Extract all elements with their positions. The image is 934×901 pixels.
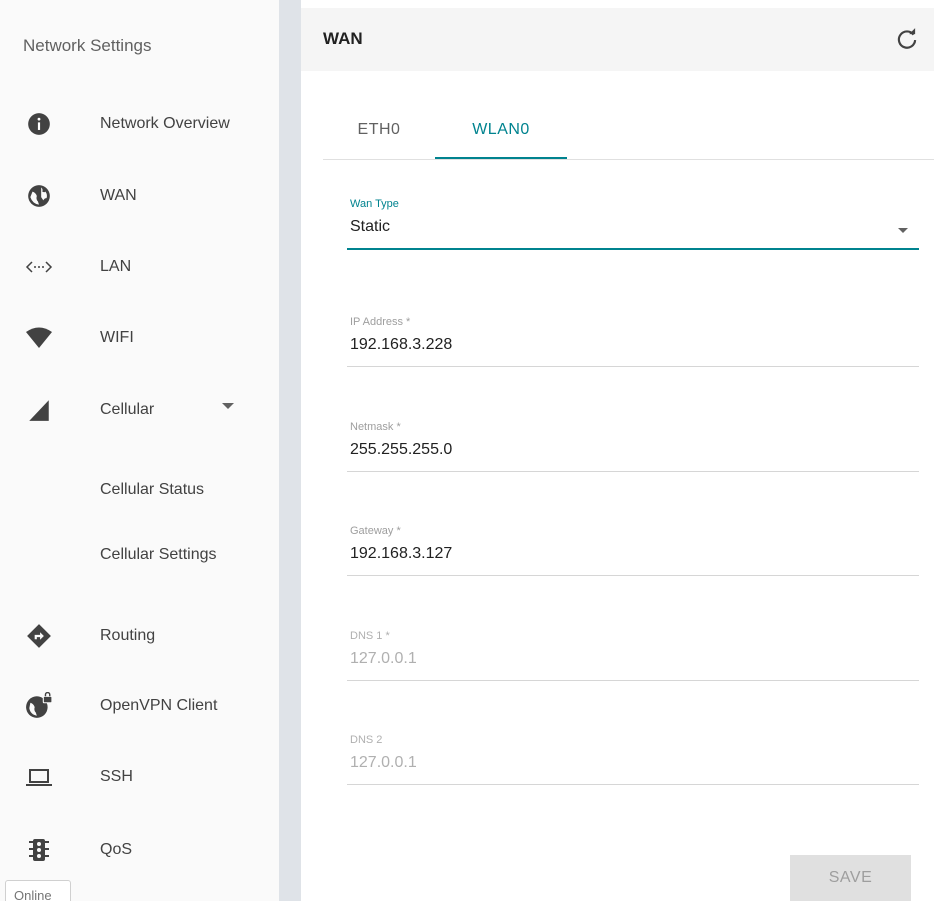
sidebar-item-label: Cellular Settings (100, 546, 217, 563)
sidebar-item-label: WIFI (100, 329, 134, 346)
wifi-icon (24, 323, 54, 353)
sidebar: Network Settings Network Overview WAN LA… (0, 0, 279, 901)
tab-eth0[interactable]: ETH0 (323, 100, 435, 159)
info-icon (24, 109, 54, 139)
field-label: Netmask * (350, 421, 401, 433)
sidebar-item-lan[interactable]: LAN (0, 247, 279, 287)
sidebar-item-ssh[interactable]: SSH (0, 757, 279, 797)
active-tab-indicator (435, 157, 567, 159)
field-underline (347, 248, 919, 250)
refresh-icon (897, 28, 917, 49)
field-underline (347, 680, 919, 681)
chevron-down-icon[interactable] (222, 403, 234, 409)
signal-icon (24, 395, 54, 425)
field-label: DNS 1 * (350, 630, 390, 642)
sidebar-item-cellular[interactable]: Cellular (0, 390, 279, 430)
sidebar-item-openvpn-client[interactable]: OpenVPN Client (0, 686, 279, 726)
interface-tabs: ETH0 WLAN0 (323, 100, 934, 160)
sidebar-item-label: QoS (100, 841, 133, 858)
sidebar-item-qos[interactable]: QoS (0, 830, 279, 870)
ip-address-input[interactable] (350, 336, 890, 354)
sidebar-item-cellular-status[interactable]: Cellular Status (0, 470, 279, 510)
field-underline (347, 471, 919, 472)
sidebar-item-network-overview[interactable]: Network Overview (0, 104, 279, 144)
laptop-icon (24, 762, 54, 792)
field-label: IP Address * (350, 316, 411, 328)
sidebar-item-label: WAN (100, 187, 137, 204)
field-underline (347, 366, 919, 367)
code-arrows-icon (24, 252, 54, 282)
dns2-input (350, 754, 890, 772)
save-button[interactable]: SAVE (790, 855, 911, 901)
panel-divider (279, 0, 301, 901)
main-header: WAN (301, 8, 934, 71)
globe-icon (24, 181, 54, 211)
sidebar-item-label: OpenVPN Client (100, 697, 218, 714)
field-label: DNS 2 (350, 734, 383, 746)
refresh-button[interactable] (894, 26, 920, 52)
directions-icon (24, 621, 54, 651)
sidebar-item-routing[interactable]: Routing (0, 616, 279, 656)
sidebar-item-label: Cellular Status (100, 481, 205, 498)
dns1-input (350, 650, 890, 668)
field-label: Gateway * (350, 525, 401, 537)
traffic-light-icon (24, 835, 54, 865)
sidebar-item-label: LAN (100, 258, 132, 275)
field-underline (347, 575, 919, 576)
sidebar-item-label: Routing (100, 627, 156, 644)
main-panel: WAN ETH0 WLAN0 Wan Type Static IP Addres… (301, 0, 934, 901)
page-title: WAN (323, 29, 363, 48)
sidebar-item-wan[interactable]: WAN (0, 176, 279, 216)
sidebar-title: Network Settings (23, 36, 152, 55)
sidebar-item-label: Cellular (100, 401, 155, 418)
dropdown-arrow-icon[interactable] (898, 228, 908, 233)
field-label: Wan Type (350, 198, 399, 210)
gateway-input[interactable] (350, 545, 890, 563)
vpn-globe-lock-icon (24, 691, 54, 721)
field-underline (347, 784, 919, 785)
sidebar-item-label: Network Overview (100, 115, 230, 132)
status-badge: Online (5, 880, 71, 901)
sidebar-item-cellular-settings[interactable]: Cellular Settings (0, 535, 279, 575)
netmask-input[interactable] (350, 441, 890, 459)
sidebar-item-label: SSH (100, 768, 133, 785)
tab-wlan0[interactable]: WLAN0 (435, 100, 567, 159)
sidebar-item-wifi[interactable]: WIFI (0, 318, 279, 358)
wan-type-value[interactable]: Static (350, 218, 890, 236)
